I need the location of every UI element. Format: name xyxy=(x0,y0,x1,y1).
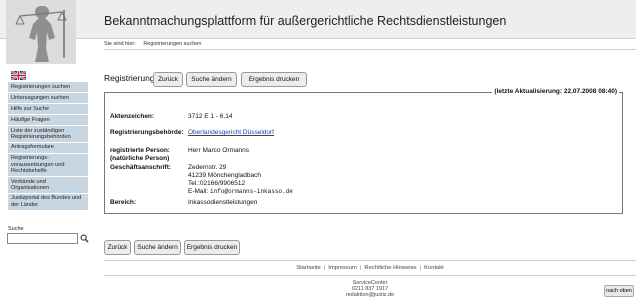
footer-link-impressum[interactable]: Impressum xyxy=(328,265,357,271)
search-label: Suche xyxy=(8,226,24,232)
print-result-button[interactable]: Ergebnis drucken xyxy=(241,72,307,87)
footer-links: Startseite | Impressum | Rechtliche Hinweise… xyxy=(104,265,636,271)
service-center: ServiceCenter 0211 837 1917 redaktion@ju… xyxy=(104,280,636,298)
person-value: Herr Marco Ormanns xyxy=(188,147,250,154)
back-button[interactable]: Zurück xyxy=(153,72,183,87)
address-line-2: 41239 Mönchengladbach xyxy=(188,172,262,179)
sidebar-item-justizportal[interactable]: Justizportal des Bundes und der Länder xyxy=(8,193,88,211)
footer-separator: | xyxy=(419,265,422,271)
address-line-1: Zedernstr. 29 xyxy=(188,164,227,171)
header-divider xyxy=(104,49,636,50)
area-label: Bereich: xyxy=(110,199,137,206)
person-label: registrierte Person: xyxy=(110,147,170,154)
sidebar-item-hilfe[interactable]: Hilfe zur Suche xyxy=(8,104,88,115)
sidebar-item-verbaende[interactable]: Verbände und Organisationen xyxy=(8,177,88,194)
email-prefix: E-Mail: xyxy=(188,188,209,195)
change-search-button-bottom[interactable]: Suche ändern xyxy=(134,240,181,255)
uk-flag-icon[interactable] xyxy=(11,71,26,80)
registration-details: (letzte Aktualisierung: 22.07.2008 08:40… xyxy=(104,88,623,214)
site-title: Bekanntmachungsplattform für außergerich… xyxy=(104,14,507,28)
back-button-bottom[interactable]: Zurück xyxy=(104,240,131,255)
file-number-label: Aktenzeichen: xyxy=(110,113,155,120)
address-email: E-Mail: info@ormanns-inkasso.de xyxy=(188,188,293,196)
sidebar-item-registrierungen-suchen[interactable]: Registrierungen suchen xyxy=(8,82,88,93)
justitia-logo-icon xyxy=(6,0,76,64)
footer-link-rechtliche-hinweise[interactable]: Rechtliche Hinweise xyxy=(364,265,416,271)
address-label: Geschäftsanschrift: xyxy=(110,164,172,171)
sidebar-nav: Registrierungen suchen Untersagungen suc… xyxy=(8,82,88,211)
footer-separator: | xyxy=(323,265,326,271)
sidebar-item-faq[interactable]: Häufige Fragen xyxy=(8,115,88,126)
footer-divider-bottom xyxy=(104,275,636,276)
back-to-top-button[interactable]: nach oben xyxy=(604,285,634,297)
page-title: Registrierung xyxy=(104,73,155,83)
authority-label: Registrierungsbehörde: xyxy=(110,129,184,136)
search-icon[interactable] xyxy=(80,234,89,243)
sidebar-item-antragsformulare[interactable]: Antragsformulare xyxy=(8,142,88,154)
service-email[interactable]: redaktion@justiz.de xyxy=(104,292,636,298)
email-value: info@ormanns-inkasso.de xyxy=(210,188,293,195)
last-update: (letzte Aktualisierung: 22.07.2008 08:40… xyxy=(492,88,619,95)
footer-link-startseite[interactable]: Startseite xyxy=(296,265,321,271)
footer-divider-top xyxy=(104,260,636,261)
sidebar-item-untersagungen-suchen[interactable]: Untersagungen suchen xyxy=(8,93,88,104)
footer-separator: | xyxy=(359,265,362,271)
change-search-button[interactable]: Suche ändern xyxy=(186,72,237,87)
breadcrumb-current[interactable]: Registrierungen suchen xyxy=(143,41,201,47)
person-type-label: (natürliche Person) xyxy=(110,155,170,162)
sidebar-item-behoerden[interactable]: Liste der zuständigen Registrierungsbehö… xyxy=(8,126,88,143)
authority-link[interactable]: Oberlandesgericht Düsseldorf xyxy=(188,129,274,137)
search-input[interactable] xyxy=(7,233,78,244)
address-phone: Tel.:02166/9906512 xyxy=(188,180,246,187)
breadcrumb-prefix: Sie sind hier: xyxy=(104,41,136,47)
print-result-button-bottom[interactable]: Ergebnis drucken xyxy=(184,240,240,255)
footer-link-kontakt[interactable]: Kontakt xyxy=(424,265,444,271)
area-value: Inkassodienstleistungen xyxy=(188,199,258,206)
breadcrumb: Sie sind hier: Registrierungen suchen xyxy=(104,41,207,47)
sidebar-item-voraussetzungen[interactable]: Registrierungs-voraussetzungen und Recht… xyxy=(8,153,88,178)
file-number-value: 3712 E 1 - 6.14 xyxy=(188,113,233,120)
